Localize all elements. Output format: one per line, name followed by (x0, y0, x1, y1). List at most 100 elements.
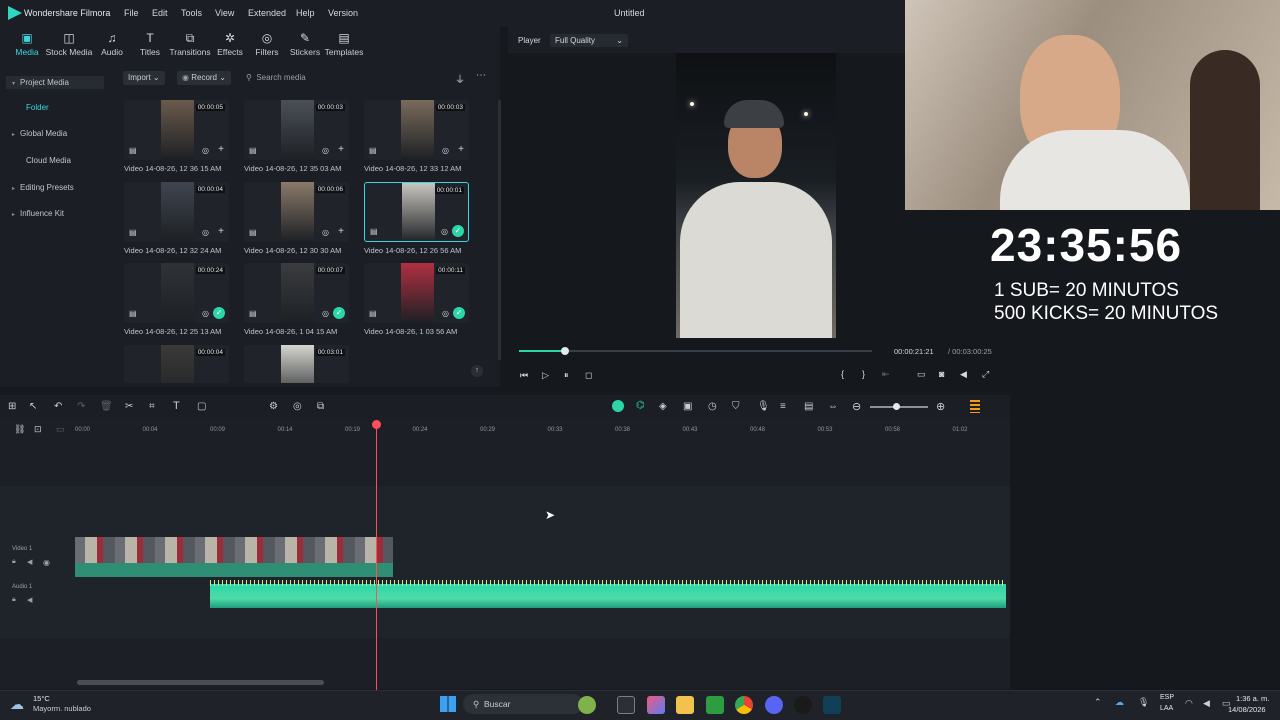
display-icon[interactable]: ▭ (917, 369, 926, 380)
menu-edit[interactable]: Edit (152, 8, 168, 18)
crop-icon[interactable]: ⌗ (149, 401, 155, 412)
zoom-slider-handle[interactable] (893, 403, 900, 410)
add-clip-plus-icon[interactable]: + (338, 226, 344, 237)
menu-version[interactable]: Version (328, 8, 358, 18)
media-clip-thumbnail[interactable]: 00:00:01 ▤ ◎ ✓ (364, 182, 469, 242)
mixer-icon[interactable]: ≡ (780, 401, 786, 412)
volume-icon[interactable]: ◀ (960, 369, 967, 380)
obs-icon[interactable] (794, 696, 812, 714)
add-clip-plus-icon[interactable]: + (218, 144, 224, 155)
adjust-icon[interactable]: ⚙ (269, 401, 278, 412)
clock-date[interactable]: 14/08/2026 (1228, 705, 1266, 714)
clip-preview-icon[interactable]: ◎ (202, 228, 209, 237)
resize-icon[interactable]: ▢ (197, 401, 206, 412)
add-track-icon[interactable]: ⊡ (34, 424, 42, 435)
onedrive-cloud-icon[interactable]: ☁ (1115, 697, 1124, 708)
media-clip-thumbnail[interactable]: 00:00:11 ▤ ◎ ✓ (364, 263, 469, 323)
snapshot-camera-icon[interactable]: ◙ (939, 369, 944, 379)
delete-icon[interactable]: 🗑 (100, 401, 113, 412)
zoom-in-icon[interactable]: ⊕ (936, 400, 945, 413)
menu-extended[interactable]: Extended (248, 8, 286, 18)
clock-time[interactable]: 1:36 a. m. (1236, 694, 1269, 703)
speaker-icon[interactable]: ◀ (27, 596, 32, 604)
clip-preview-icon[interactable]: ◎ (202, 309, 209, 318)
undo-icon[interactable]: ↶ (54, 401, 62, 412)
clip-info-icon[interactable]: ▤ (249, 146, 257, 155)
media-clip-thumbnail[interactable]: 00:00:24 ▤ ◎ ✓ (124, 263, 229, 323)
filmora-taskbar-icon[interactable] (823, 696, 841, 714)
media-clip-thumbnail[interactable]: 00:00:03 ▤ ◎ + (364, 100, 469, 160)
shield-icon[interactable]: ⛉ (732, 401, 740, 412)
windows-start-icon[interactable] (440, 696, 456, 712)
chevron-up-icon[interactable]: ⌃ (1094, 697, 1102, 708)
media-clip-thumbnail[interactable]: 00:00:04 (124, 345, 229, 383)
xbox-icon[interactable] (706, 696, 724, 714)
speed-icon[interactable]: ◷ (708, 401, 717, 412)
lock-icon[interactable]: 🔒︎ (12, 596, 16, 604)
add-clip-plus-icon[interactable]: + (338, 144, 344, 155)
group-icon[interactable]: ⧉ (317, 401, 324, 412)
clip-preview-icon[interactable]: ◎ (322, 309, 329, 318)
audio-meter-icon[interactable] (970, 400, 980, 413)
menu-tools[interactable]: Tools (181, 8, 202, 18)
clip-info-icon[interactable]: ▤ (129, 146, 137, 155)
lock-icon[interactable]: 🔒︎ (12, 558, 16, 566)
chrome-icon[interactable] (735, 696, 753, 714)
link-icon[interactable]: ⛓ (14, 424, 25, 435)
search-media-input[interactable]: ⚲ Search media (246, 71, 446, 85)
playhead-knob[interactable] (372, 420, 381, 429)
add-clip-plus-icon[interactable]: + (458, 144, 464, 155)
stop-icon[interactable]: ◻ (585, 370, 592, 381)
sidebar-item-folder[interactable]: Folder (26, 103, 49, 112)
scroll-up-icon[interactable]: ↑ (471, 365, 483, 377)
media-clip-thumbnail[interactable]: 00:00:06 ▤ ◎ + (244, 182, 349, 242)
taskbar-search[interactable]: ⚲ Buscar (463, 694, 583, 714)
sidebar-item-global-media[interactable]: ▸ Global Media (12, 129, 67, 138)
clip-preview-icon[interactable]: ◎ (441, 227, 448, 236)
sidebar-item-cloud-media[interactable]: Cloud Media (26, 156, 71, 165)
text-icon[interactable]: T (173, 400, 180, 412)
microphone-icon[interactable]: 🎙 (757, 401, 770, 412)
layout-icon[interactable]: ⊞ (8, 401, 16, 412)
picture-in-picture-icon[interactable]: ▤ (804, 401, 813, 412)
clip-preview-icon[interactable]: ◎ (322, 228, 329, 237)
clip-info-icon[interactable]: ▤ (369, 146, 377, 155)
clip-info-icon[interactable]: ▤ (129, 309, 137, 318)
select-tool-icon[interactable]: ↖ (29, 401, 37, 412)
add-clip-plus-icon[interactable]: + (218, 226, 224, 237)
clip-info-icon[interactable]: ▤ (370, 227, 378, 236)
clip-preview-icon[interactable]: ◎ (202, 146, 209, 155)
insert-icon[interactable]: ⇤ (882, 369, 890, 380)
sidebar-item-influence-kit[interactable]: ▸ Influence Kit (12, 209, 64, 218)
track-manager-icon[interactable]: ▭ (56, 424, 65, 435)
fullscreen-icon[interactable]: ⤢ (982, 369, 989, 380)
copilot-icon[interactable] (647, 696, 665, 714)
menu-file[interactable]: File (124, 8, 139, 18)
record-button[interactable]: ◉ Record ⌄ (177, 71, 231, 85)
magnet-snap-icon[interactable]: ⌬ (636, 400, 645, 411)
clip-preview-icon[interactable]: ◎ (442, 146, 449, 155)
render-toggle-icon[interactable] (612, 400, 624, 412)
widget-icon[interactable] (578, 696, 596, 714)
language-indicator[interactable]: ESP (1160, 694, 1174, 701)
clip-info-icon[interactable]: ▤ (249, 228, 257, 237)
media-clip-thumbnail[interactable]: 00:00:07 ▤ ◎ ✓ (244, 263, 349, 323)
timeline-playhead[interactable] (376, 420, 377, 690)
sidebar-item-editing-presets[interactable]: ▸ Editing Presets (12, 183, 74, 192)
wifi-icon[interactable]: ◠ (1185, 698, 1193, 709)
timeline-scrollbar[interactable] (77, 680, 324, 685)
weather-cloud-icon[interactable]: ☁ (10, 696, 24, 713)
tab-templates[interactable]: ▤ Templates (319, 30, 369, 57)
fit-icon[interactable]: ⇔ (828, 401, 838, 412)
file-explorer-icon[interactable] (676, 696, 694, 714)
filter-icon[interactable]: ⏚ (455, 71, 465, 86)
video-clip-audio[interactable] (75, 563, 393, 577)
mark-out-icon[interactable]: } (862, 369, 865, 379)
microphone-icon[interactable]: 🎙 (1138, 697, 1149, 708)
pause-icon[interactable]: ⏸ (564, 370, 569, 381)
task-view-icon[interactable] (617, 696, 635, 714)
eye-icon[interactable]: ◉ (43, 558, 50, 567)
ai-tools-icon[interactable]: ▣ (683, 401, 692, 412)
media-clip-thumbnail[interactable]: 00:03:01 (244, 345, 349, 383)
mark-in-icon[interactable]: { (841, 369, 844, 379)
